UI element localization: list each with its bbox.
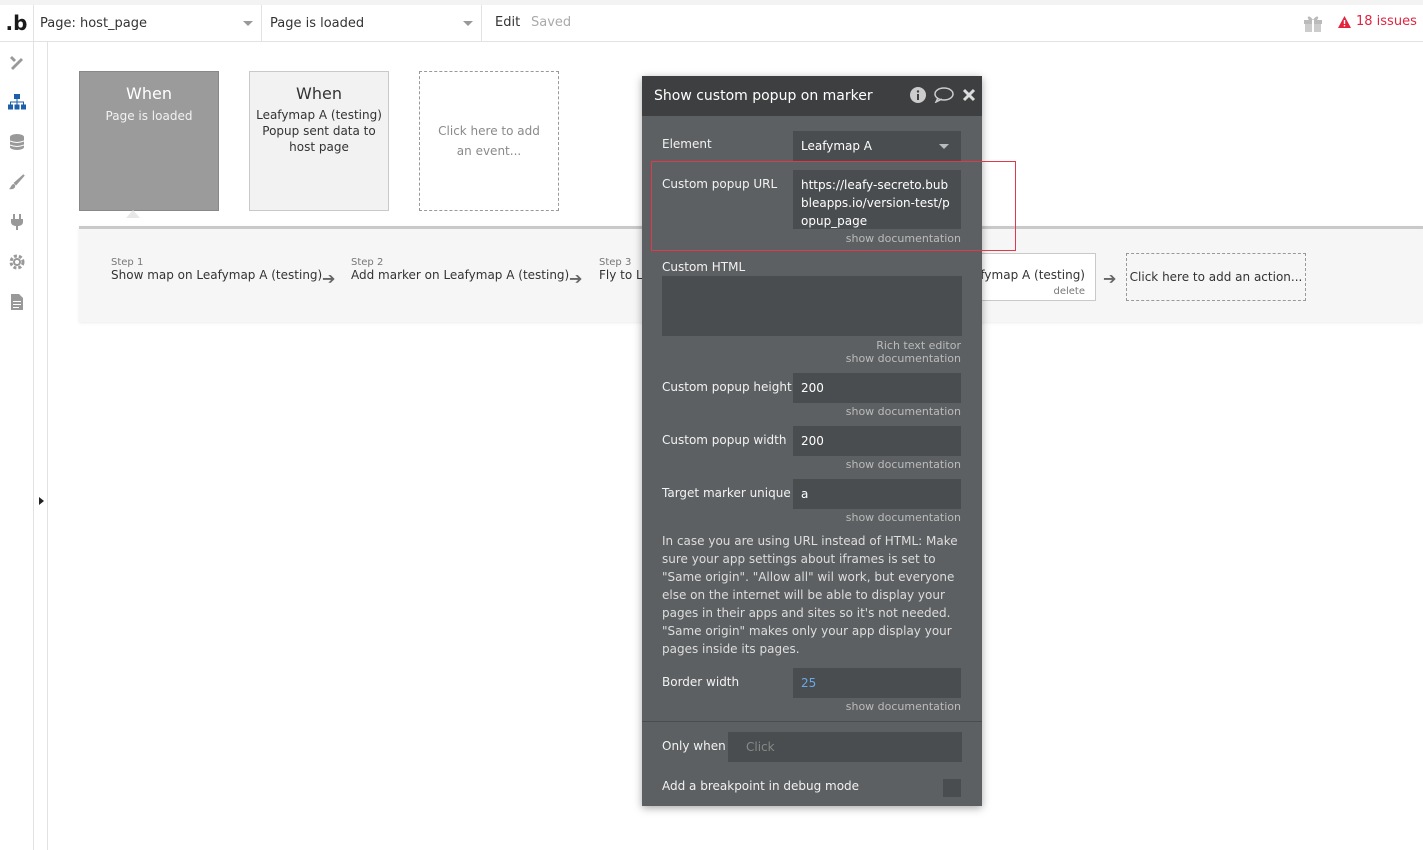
issues-indicator[interactable]: 18 issues — [1338, 14, 1417, 29]
chevron-down-icon — [243, 21, 253, 26]
delete-step-link[interactable]: delete — [1053, 286, 1085, 297]
custom-html-input[interactable] — [662, 276, 962, 336]
edit-menu[interactable]: Edit — [495, 15, 520, 30]
custom-popup-height-value: 200 — [801, 381, 824, 395]
warning-icon — [1338, 15, 1351, 28]
comment-icon[interactable] — [934, 87, 954, 103]
workflow-icon[interactable] — [6, 92, 28, 112]
step-1[interactable]: Step 1 Show map on Leafymap A (testing) — [111, 257, 322, 282]
panel-divider — [642, 721, 982, 722]
page-selector[interactable]: Page: host_page — [34, 5, 262, 41]
sidebar-gutter — [34, 42, 48, 850]
only-when-label: Only when — [662, 739, 726, 753]
chevron-down-icon — [939, 144, 949, 149]
border-width-label: Border width — [662, 675, 740, 689]
add-event-label: Click here to add an event... — [438, 124, 540, 158]
step-label: Show map on Leafymap A (testing) — [111, 268, 323, 282]
show-documentation-link[interactable]: show documentation — [846, 511, 961, 524]
element-label: Element — [662, 137, 712, 151]
left-sidebar — [0, 42, 34, 850]
custom-popup-url-input[interactable]: https://leafy-secreto.bubbleapps.io/vers… — [793, 170, 961, 229]
add-event-card[interactable]: Click here to add an event... — [419, 71, 559, 211]
border-width-value: 25 — [801, 676, 817, 690]
custom-popup-width-label: Custom popup width — [662, 433, 787, 447]
panel-title: Show custom popup on marker — [654, 88, 873, 104]
event-title: When — [126, 84, 172, 103]
custom-popup-height-label: Custom popup height — [662, 380, 792, 394]
show-documentation-link[interactable]: show documentation — [846, 700, 961, 713]
data-icon[interactable] — [6, 132, 28, 152]
breakpoint-checkbox[interactable] — [943, 779, 961, 797]
step-label: Add marker on Leafymap A (testing) — [351, 268, 570, 282]
custom-popup-url-label: Custom popup URL — [662, 177, 778, 191]
step-number: Step 2 — [351, 257, 384, 268]
step-label: eafymap A (testing) — [965, 268, 1085, 282]
styles-icon[interactable] — [6, 172, 28, 192]
rich-text-editor-link[interactable]: Rich text editor — [876, 339, 961, 352]
custom-popup-width-value: 200 — [801, 434, 824, 448]
custom-popup-width-input[interactable]: 200 — [793, 426, 961, 456]
show-documentation-link[interactable]: show documentation — [846, 232, 961, 245]
design-icon[interactable] — [6, 52, 28, 72]
event-subtitle: Leafymap A (testing) Popup sent data to … — [256, 108, 382, 154]
breakpoint-label: Add a breakpoint in debug mode — [662, 779, 860, 793]
target-marker-unique-input[interactable]: a — [793, 479, 961, 509]
add-action-label: Click here to add an action... — [1129, 270, 1303, 284]
chevron-down-icon — [463, 21, 473, 26]
issues-count: 18 issues — [1356, 14, 1417, 29]
action-property-panel: Show custom popup on marker Element Leaf… — [642, 76, 982, 806]
expand-arrow-icon[interactable] — [39, 497, 44, 505]
custom-html-label: Custom HTML — [662, 260, 746, 274]
event-card-popup-sent-data[interactable]: When Leafymap A (testing) Popup sent dat… — [249, 71, 389, 211]
close-icon[interactable] — [962, 88, 976, 102]
event-card-page-loaded[interactable]: When Page is loaded — [79, 71, 219, 218]
event-selector-label: Page is loaded — [270, 15, 365, 31]
iframe-note: In case you are using URL instead of HTM… — [662, 534, 958, 656]
arrow-right-icon: ➔ — [1103, 269, 1117, 288]
element-dropdown[interactable]: Leafymap A — [793, 131, 961, 161]
element-value: Leafymap A — [801, 139, 873, 153]
step-2[interactable]: Step 2 Add marker on Leafymap A (testing… — [351, 257, 569, 282]
selected-notch — [126, 210, 140, 218]
saved-status: Saved — [531, 15, 572, 30]
custom-popup-height-input[interactable]: 200 — [793, 373, 961, 403]
add-action-button[interactable]: Click here to add an action... — [1126, 253, 1306, 301]
info-icon[interactable] — [910, 87, 926, 103]
event-subtitle: Page is loaded — [105, 109, 193, 123]
only-when-input[interactable]: Click — [728, 732, 962, 762]
arrow-right-icon: ➔ — [322, 269, 336, 288]
logs-icon[interactable] — [6, 292, 28, 312]
only-when-placeholder: Click — [746, 740, 775, 754]
target-marker-unique-label: Target marker unique — [662, 486, 791, 500]
target-marker-unique-value: a — [801, 487, 809, 501]
step-number: Step 1 — [111, 257, 144, 268]
custom-popup-url-value: https://leafy-secreto.bubbleapps.io/vers… — [801, 178, 950, 228]
bubble-logo[interactable]: .b — [0, 5, 34, 41]
event-title: When — [296, 84, 342, 103]
event-selector[interactable]: Page is loaded — [262, 5, 482, 41]
show-documentation-link[interactable]: show documentation — [846, 352, 961, 365]
settings-icon[interactable] — [6, 252, 28, 272]
page-selector-label: Page: host_page — [40, 15, 148, 31]
show-documentation-link[interactable]: show documentation — [846, 405, 961, 418]
plugins-icon[interactable] — [6, 212, 28, 232]
panel-header: Show custom popup on marker — [642, 76, 982, 116]
gift-icon[interactable] — [1302, 13, 1324, 33]
show-documentation-link[interactable]: show documentation — [846, 458, 961, 471]
arrow-right-icon: ➔ — [569, 269, 583, 288]
top-bar: .b Page: host_page Page is loaded Edit S… — [0, 0, 1423, 42]
border-width-input[interactable]: 25 — [793, 668, 961, 698]
